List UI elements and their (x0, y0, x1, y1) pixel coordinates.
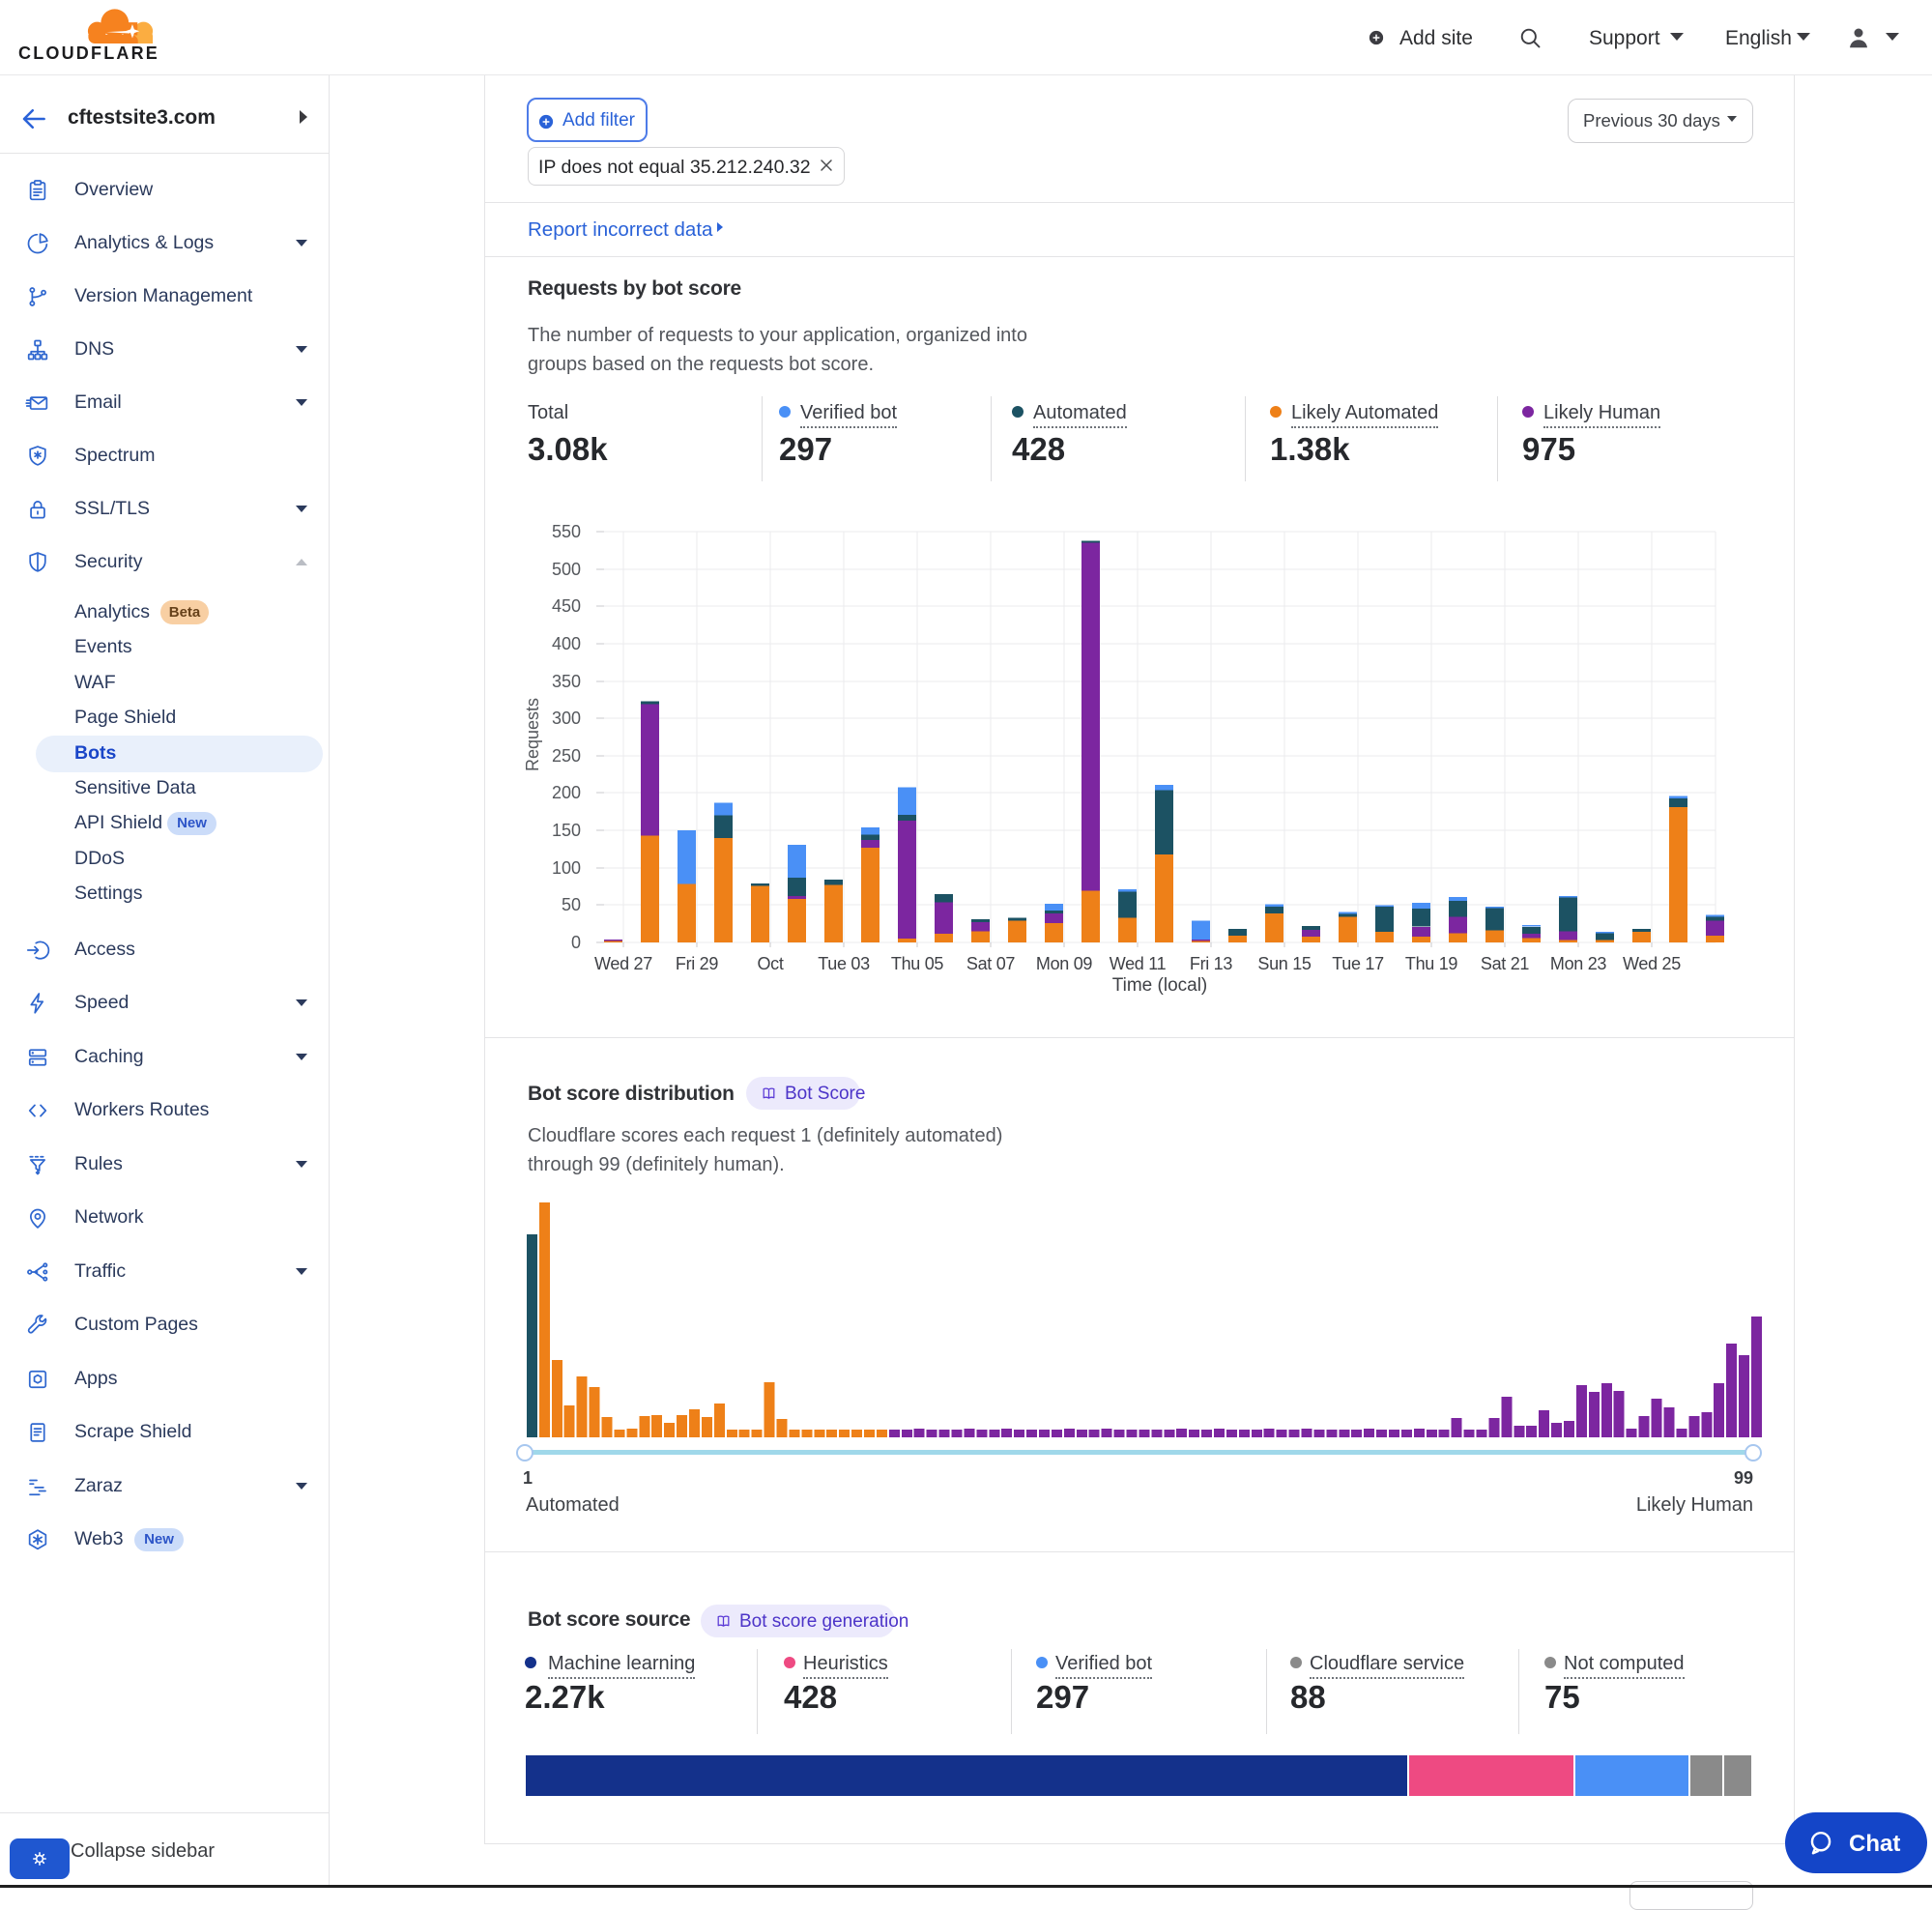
svg-text:Tue 17: Tue 17 (1332, 954, 1384, 973)
svg-text:Sat 21: Sat 21 (1481, 954, 1530, 973)
svg-text:400: 400 (552, 634, 581, 653)
svg-text:Wed 11: Wed 11 (1110, 954, 1167, 973)
svg-text:Mon 23: Mon 23 (1550, 954, 1607, 973)
svg-text:300: 300 (552, 709, 581, 728)
svg-text:350: 350 (552, 672, 581, 691)
svg-text:Wed 25: Wed 25 (1623, 954, 1681, 973)
svg-text:50: 50 (562, 895, 581, 914)
svg-text:0: 0 (571, 933, 581, 952)
svg-text:Thu 05: Thu 05 (891, 954, 944, 973)
svg-text:Oct: Oct (757, 954, 783, 973)
svg-text:Tue 03: Tue 03 (818, 954, 870, 973)
svg-text:Mon 09: Mon 09 (1036, 954, 1093, 973)
svg-text:150: 150 (552, 821, 581, 840)
svg-text:450: 450 (552, 596, 581, 616)
svg-text:Time (local): Time (local) (1112, 975, 1208, 996)
svg-text:Sat 07: Sat 07 (966, 954, 1016, 973)
svg-text:200: 200 (552, 783, 581, 802)
svg-text:Requests: Requests (523, 698, 542, 771)
svg-text:550: 550 (552, 522, 581, 541)
svg-text:100: 100 (552, 858, 581, 878)
svg-text:Wed 27: Wed 27 (594, 954, 652, 973)
svg-text:Sun 15: Sun 15 (1257, 954, 1312, 973)
svg-text:250: 250 (552, 746, 581, 766)
svg-text:500: 500 (552, 560, 581, 579)
svg-text:Fri 29: Fri 29 (676, 954, 719, 973)
svg-text:Thu 19: Thu 19 (1405, 954, 1458, 973)
svg-text:Fri 13: Fri 13 (1190, 954, 1233, 973)
